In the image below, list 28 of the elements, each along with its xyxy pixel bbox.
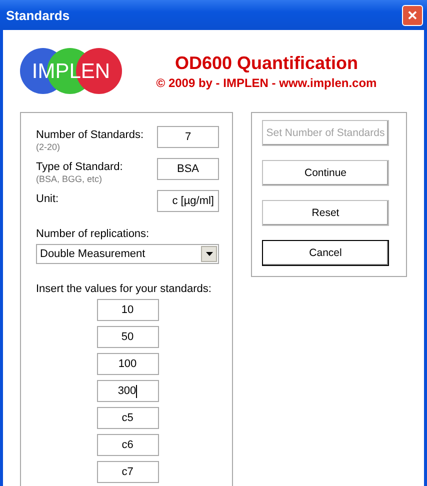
field-label: Type of Standard: xyxy=(36,161,123,173)
field-label: Number of Standards: xyxy=(36,129,144,141)
input-field[interactable]: 7 xyxy=(157,126,219,148)
input-field[interactable]: c [µg/ml] xyxy=(157,190,219,212)
dialog-button[interactable]: Continue xyxy=(262,160,389,186)
input-field[interactable]: BSA xyxy=(157,158,219,180)
logo-text: IMPLEN xyxy=(32,60,110,83)
standard-value-field[interactable]: c6 xyxy=(96,434,158,456)
field-hint: (BSA, BGG, etc) xyxy=(36,174,104,184)
dropdown-arrow-icon xyxy=(206,252,212,256)
standard-value-field[interactable]: 100 xyxy=(96,353,158,375)
standards-label: Insert the values for your standards: xyxy=(36,283,212,295)
logo-icon xyxy=(20,48,122,94)
app-title: OD600 Quantification xyxy=(174,52,358,74)
standard-value-field[interactable]: 50 xyxy=(96,326,158,348)
copyright-text: © 2009 by - IMPLEN - www.implen.com xyxy=(156,76,377,90)
field-label: Unit: xyxy=(36,193,59,205)
dialog-button[interactable]: Reset xyxy=(262,200,389,226)
dialog-button[interactable]: Cancel xyxy=(262,240,389,266)
standard-value-field[interactable]: 10 xyxy=(96,299,158,321)
replications-dropdown[interactable]: Double Measurement xyxy=(36,244,219,264)
standard-value-field[interactable]: c5 xyxy=(96,407,158,429)
field-hint: (2-20) xyxy=(36,142,62,152)
window-title: Standards xyxy=(6,8,70,22)
standard-value-field[interactable]: c7 xyxy=(96,461,158,483)
replications-label: Number of replications: xyxy=(36,228,150,240)
standard-value-field[interactable]: 300 xyxy=(96,380,158,402)
close-button[interactable]: ✕ xyxy=(402,4,423,26)
